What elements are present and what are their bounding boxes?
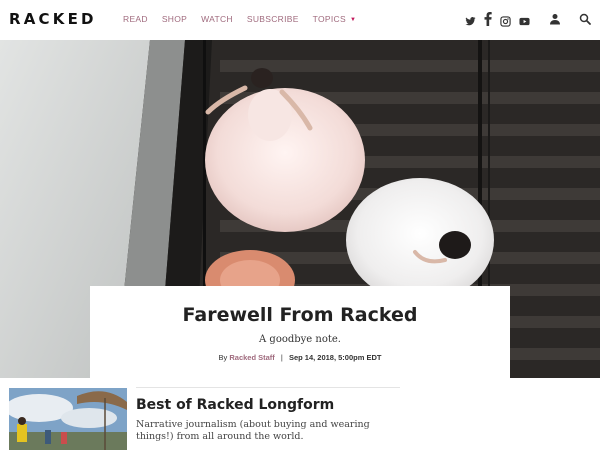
- user-icon[interactable]: [549, 12, 561, 25]
- nav-watch-label: WATCH: [201, 14, 233, 24]
- nav-topics[interactable]: TOPICS ▼: [313, 14, 357, 24]
- racked-logo[interactable]: RACKED: [9, 10, 97, 28]
- teaser-divider: [136, 387, 400, 388]
- byline-separator: |: [280, 353, 283, 362]
- publish-date: Sep 14, 2018, 5:00pm EDT: [288, 353, 382, 362]
- search-icon[interactable]: [579, 12, 591, 25]
- feature-title[interactable]: Farewell From Racked: [90, 304, 510, 326]
- facebook-icon[interactable]: [484, 12, 492, 26]
- social-links: [465, 12, 530, 27]
- nav-subscribe[interactable]: SUBSCRIBE: [247, 14, 299, 24]
- teaser-image[interactable]: [9, 388, 127, 450]
- twitter-icon[interactable]: [465, 14, 476, 25]
- site-header: RACKED READ SHOP WATCH SUBSCRIBE TOPICS ▼: [0, 0, 600, 40]
- nav-shop-label: SHOP: [161, 14, 188, 24]
- byline-prefix: By: [218, 353, 228, 362]
- utility-links: [549, 12, 591, 25]
- story-teaser: Best of Racked Longform Narrative journa…: [0, 378, 600, 450]
- nav-topics-label: TOPICS: [312, 14, 346, 24]
- nav-watch[interactable]: WATCH: [201, 14, 233, 24]
- teaser-dek: Narrative journalism (about buying and w…: [136, 419, 370, 442]
- caret-down-icon: ▼: [349, 17, 357, 23]
- feature-dek: A goodbye note.: [259, 334, 341, 345]
- feature-card: Farewell From Racked A goodbye note. By …: [90, 286, 510, 378]
- main-nav: READ SHOP WATCH SUBSCRIBE TOPICS ▼: [123, 14, 370, 24]
- nav-subscribe-label: SUBSCRIBE: [246, 14, 299, 24]
- teaser-title[interactable]: Best of Racked Longform: [136, 397, 334, 413]
- byline: By Racked Staff | Sep 14, 2018, 5:00pm E…: [90, 353, 510, 362]
- nav-shop[interactable]: SHOP: [162, 14, 187, 24]
- instagram-icon[interactable]: [500, 14, 511, 27]
- youtube-icon[interactable]: [519, 14, 530, 25]
- teaser-photo: [9, 388, 127, 450]
- nav-read-label: READ: [123, 14, 148, 24]
- nav-read[interactable]: READ: [123, 14, 148, 24]
- author-link[interactable]: Racked Staff: [229, 353, 274, 362]
